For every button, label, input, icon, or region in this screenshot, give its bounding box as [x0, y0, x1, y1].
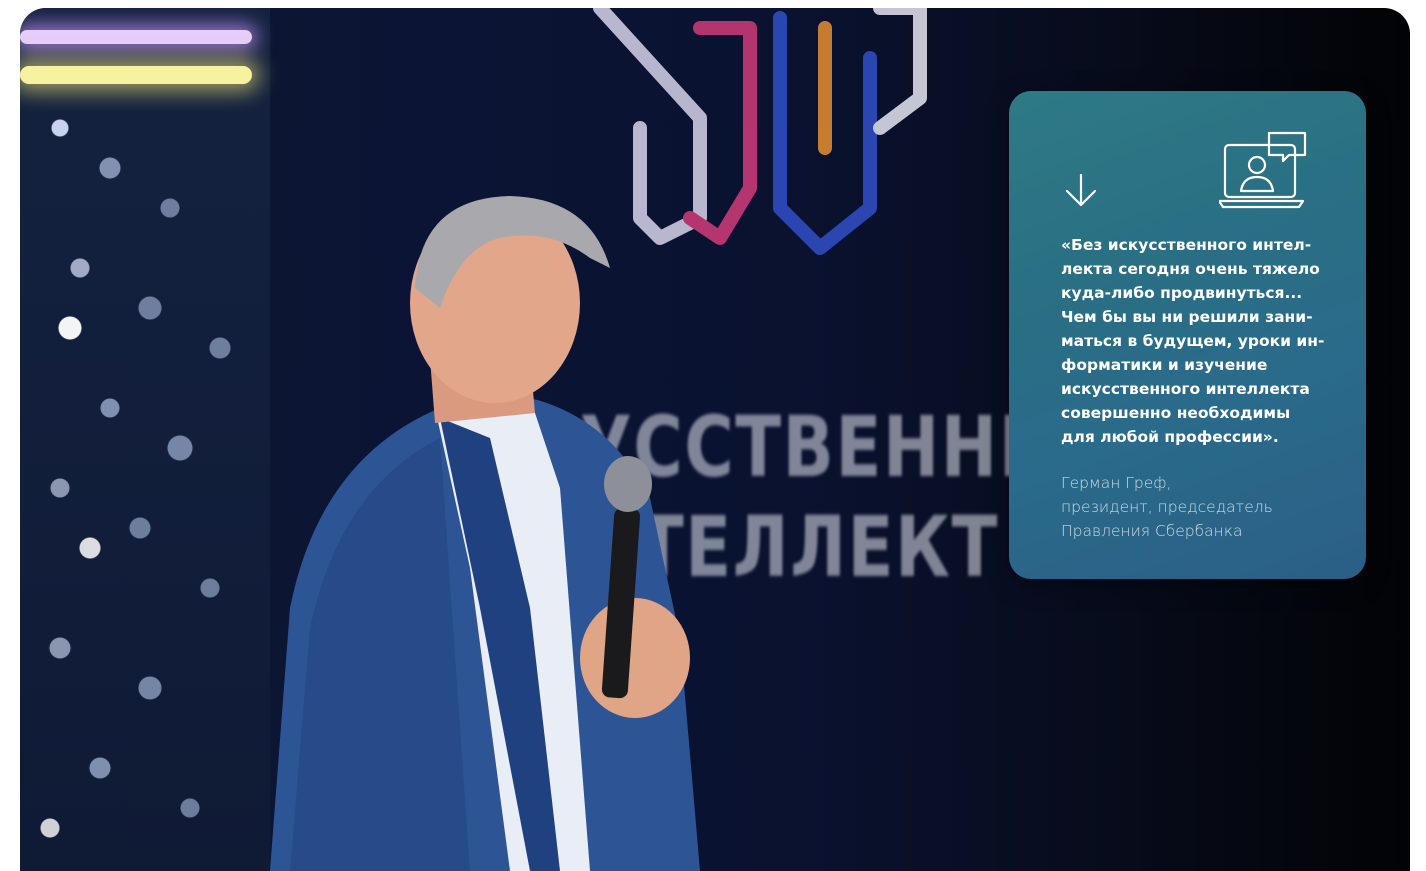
- neon-light-purple: [20, 30, 252, 44]
- neon-light-yellow: [20, 66, 252, 84]
- hero-photo: УССТВЕННЫЙ НТЕЛЛЕКТ «Без искусственного …: [20, 8, 1410, 871]
- quote-text: «Без искусственного интел- лекта сегодня…: [1061, 236, 1325, 446]
- quote-author: Герман Греф, президент, председатель Пра…: [1061, 474, 1273, 540]
- presenter-on-screen-icon: [1219, 131, 1307, 209]
- arrow-down-icon: [1065, 173, 1097, 207]
- speaker-photo: [270, 196, 700, 871]
- quote-card: «Без искусственного интел- лекта сегодня…: [1009, 91, 1366, 579]
